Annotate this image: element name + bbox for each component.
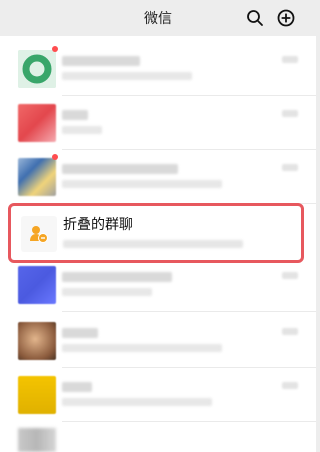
chat-name <box>62 110 88 120</box>
top-bar: 微信 <box>0 0 316 36</box>
chat-preview <box>62 180 222 188</box>
avatar <box>18 266 56 304</box>
group-chat-icon <box>30 226 48 243</box>
chat-row[interactable] <box>0 368 316 422</box>
chat-name <box>62 164 178 174</box>
avatar <box>18 104 56 142</box>
chat-preview <box>62 288 152 296</box>
chat-name <box>62 328 98 338</box>
chat-name <box>62 382 92 392</box>
page-title: 微信 <box>144 11 172 27</box>
folded-group-chat-row[interactable]: 折叠的群聊 <box>8 203 304 263</box>
chat-name <box>62 56 140 66</box>
chat-preview <box>62 398 212 406</box>
add-button[interactable] <box>276 8 296 28</box>
avatar <box>18 50 56 88</box>
chat-time <box>282 272 298 279</box>
chat-row[interactable] <box>0 42 316 96</box>
chat-preview <box>62 72 192 80</box>
chat-time <box>282 382 298 389</box>
avatar <box>18 158 56 196</box>
search-button[interactable] <box>245 8 265 28</box>
chat-row[interactable] <box>0 96 316 150</box>
add-circle-icon <box>277 9 295 27</box>
folded-group-preview <box>63 240 243 248</box>
partial-avatar <box>18 428 56 452</box>
unread-dot <box>52 154 58 160</box>
chat-row[interactable] <box>0 150 316 204</box>
chat-preview <box>62 126 102 134</box>
folded-group-title: 折叠的群聊 <box>63 217 133 233</box>
unread-dot <box>52 46 58 52</box>
chat-preview <box>62 344 222 352</box>
chat-name <box>62 272 172 282</box>
search-icon <box>247 10 263 26</box>
chat-time <box>282 110 298 117</box>
folded-group-avatar <box>21 216 57 252</box>
chat-time <box>282 328 298 335</box>
chat-row[interactable] <box>0 258 316 312</box>
avatar <box>18 322 56 360</box>
chat-time <box>282 56 298 63</box>
avatar <box>18 376 56 414</box>
divider <box>62 311 316 312</box>
divider <box>62 421 316 422</box>
wechat-screen: 微信 折叠的群聊 <box>0 0 316 452</box>
chat-row[interactable] <box>0 314 316 368</box>
chat-time <box>282 164 298 171</box>
